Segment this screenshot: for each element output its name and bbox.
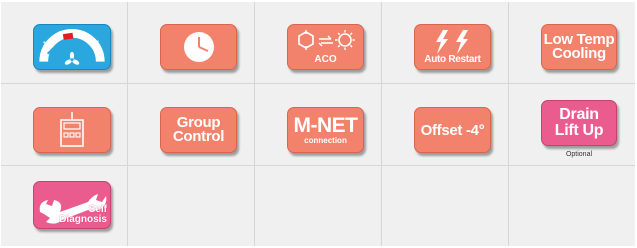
remote-controller-tile[interactable]: [33, 107, 111, 153]
fan-digit: 3: [79, 30, 83, 37]
clock-icon: [183, 32, 214, 62]
control-label: Control: [172, 128, 225, 145]
lift-up-label: Lift Up: [554, 122, 604, 139]
connection-label: connection: [304, 136, 347, 145]
self-diagnosis-tile[interactable]: Self Diagnosis: [33, 181, 111, 229]
grid-cell: [128, 166, 255, 246]
fan-speed-tile[interactable]: 1 2 3 4: [33, 24, 111, 70]
grid-cell: [509, 166, 635, 246]
fan-speed-icon: 1 2 3 4: [39, 29, 105, 65]
timer-tile[interactable]: [160, 24, 237, 70]
optional-caption: Optional: [565, 151, 593, 158]
fan-digit: 1: [43, 41, 47, 48]
grid-cell: [255, 166, 382, 246]
mnet-tile[interactable]: M-NET connection: [287, 107, 364, 153]
drain-label: Drain: [559, 106, 599, 123]
cooling-label: Cooling: [552, 45, 606, 62]
aco-icon: [297, 29, 355, 50]
offset-label: Offset -4°: [420, 121, 485, 139]
fan-digit: 2: [58, 30, 62, 37]
mnet-label: M-NET: [293, 114, 359, 137]
auto-restart-tile[interactable]: Auto Restart: [414, 24, 491, 70]
aco-label: ACO: [314, 53, 337, 65]
lightning-icon: [435, 29, 468, 54]
aco-tile[interactable]: ACO: [287, 24, 364, 70]
remote-controller-icon: [60, 112, 84, 147]
grid-cell: [382, 166, 509, 246]
offset-tile[interactable]: Offset -4°: [414, 107, 491, 153]
fan-digit: 4: [95, 40, 99, 47]
diagnosis-label: Diagnosis: [59, 214, 107, 225]
low-temp-cooling-tile[interactable]: Low Temp Cooling: [541, 24, 617, 70]
drain-lift-up-tile[interactable]: Drain Lift Up: [541, 100, 617, 146]
group-control-tile[interactable]: Group Control: [160, 107, 237, 153]
auto-restart-label: Auto Restart: [424, 53, 481, 65]
